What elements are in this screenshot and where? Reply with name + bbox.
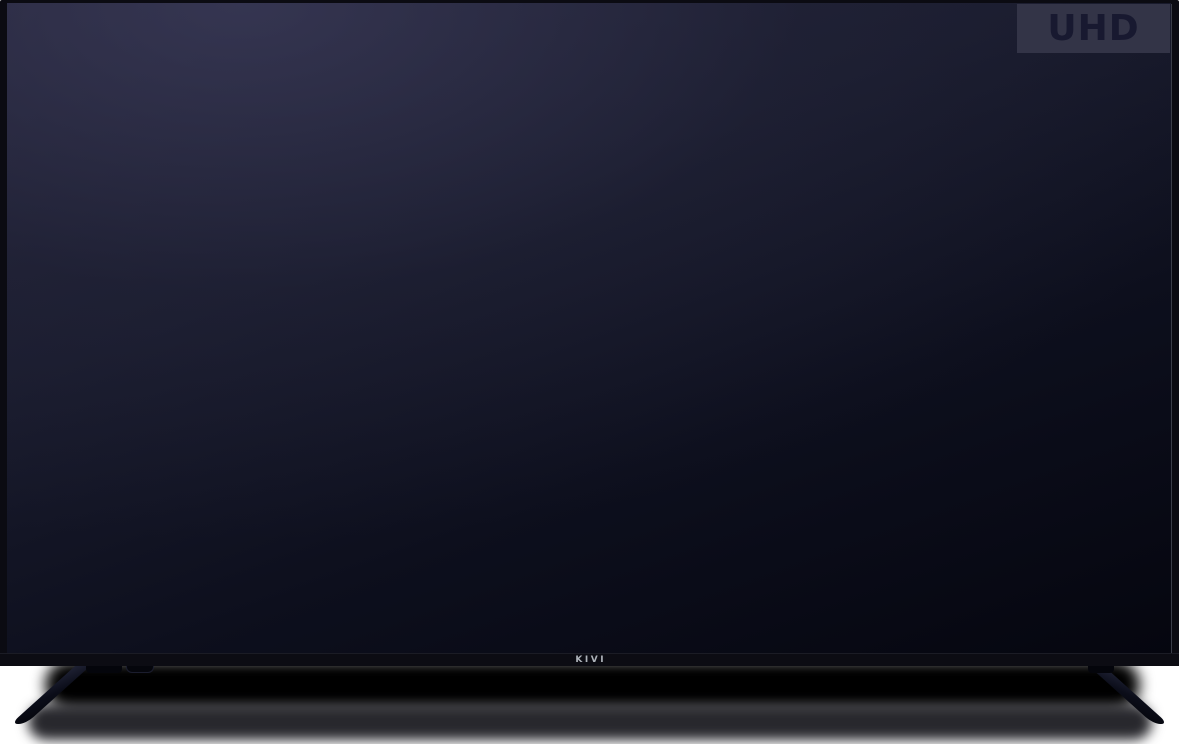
tv-bottom-bezel: KIVI bbox=[0, 653, 1179, 666]
uhd-badge: UHD bbox=[1017, 4, 1170, 53]
tv-right-bezel-highlight bbox=[1171, 4, 1172, 653]
tv-screen bbox=[7, 3, 1171, 654]
tv-frame: UHD KIVI bbox=[0, 0, 1179, 666]
brand-logo: KIVI bbox=[573, 656, 606, 665]
tv-floor-shadow-penumbra bbox=[28, 704, 1152, 740]
tv-floor-shadow-core bbox=[45, 660, 1140, 710]
product-photo-stage: UHD KIVI bbox=[0, 0, 1179, 744]
uhd-badge-label: UHD bbox=[1047, 11, 1139, 47]
